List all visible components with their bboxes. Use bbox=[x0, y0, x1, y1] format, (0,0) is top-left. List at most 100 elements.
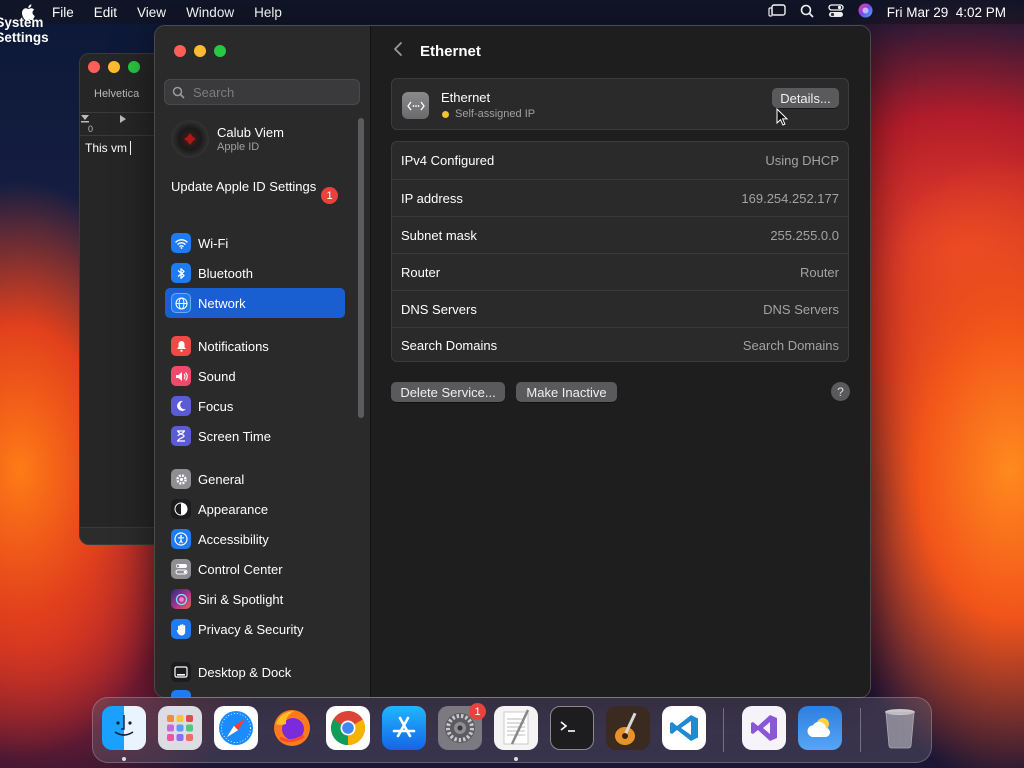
spotlight-search-icon[interactable] bbox=[800, 4, 814, 21]
menu-app-name[interactable]: System Settings bbox=[0, 8, 49, 52]
page-title: Ethernet bbox=[420, 43, 481, 60]
gear-icon bbox=[171, 469, 191, 489]
finder-icon[interactable] bbox=[102, 706, 146, 750]
update-apple-id-settings[interactable]: Update Apple ID Settings bbox=[171, 179, 341, 195]
sidebar-item-label: Notifications bbox=[198, 338, 269, 354]
zoom-button[interactable] bbox=[128, 61, 140, 73]
service-status: Self-assigned IP bbox=[442, 108, 535, 120]
search-field[interactable] bbox=[164, 79, 360, 105]
font-selector[interactable]: Helvetica bbox=[94, 88, 139, 100]
sidebar-item-label: Focus bbox=[198, 398, 234, 414]
table-row: Search Domains Search Domains bbox=[392, 327, 848, 363]
menu-edit[interactable]: Edit bbox=[94, 5, 117, 20]
sidebar-item-appearance[interactable]: Appearance bbox=[165, 494, 345, 524]
table-row: DNS Servers DNS Servers bbox=[392, 290, 848, 327]
sidebar-item-notifications[interactable]: Notifications bbox=[165, 331, 345, 361]
garageband-icon[interactable] bbox=[606, 706, 650, 750]
menu-bar: System Settings File Edit View Window He… bbox=[0, 0, 1024, 45]
wifi-icon bbox=[171, 233, 191, 253]
sidebar-item-privacy-security[interactable]: Privacy & Security bbox=[165, 614, 345, 644]
menu-help[interactable]: Help bbox=[254, 5, 282, 20]
dock-separator bbox=[723, 708, 724, 752]
control-center-menu-icon[interactable] bbox=[828, 3, 844, 21]
help-button[interactable]: ? bbox=[831, 382, 850, 401]
safari-icon[interactable] bbox=[214, 706, 258, 750]
table-row: Router Router bbox=[392, 253, 848, 290]
mouse-cursor-icon bbox=[776, 107, 789, 131]
weather-icon[interactable] bbox=[798, 706, 842, 750]
apple-id-account[interactable]: Calub Viem Apple ID bbox=[171, 120, 284, 158]
account-subtitle: Apple ID bbox=[217, 141, 260, 153]
document-text[interactable]: This vm bbox=[85, 141, 131, 155]
siri-menu-icon[interactable] bbox=[858, 3, 873, 21]
visual-studio-icon[interactable] bbox=[742, 706, 786, 750]
delete-service-button[interactable]: Delete Service... bbox=[391, 382, 505, 402]
bluetooth-icon bbox=[171, 263, 191, 283]
sidebar-item-label: Network bbox=[198, 295, 246, 311]
sidebar-item-label: Privacy & Security bbox=[198, 621, 304, 637]
menu-view[interactable]: View bbox=[137, 5, 166, 20]
sidebar: Calub Viem Apple ID Update Apple ID Sett… bbox=[155, 26, 371, 697]
running-indicator bbox=[514, 757, 518, 761]
trash-icon[interactable] bbox=[878, 706, 922, 750]
sidebar-scrollbar[interactable] bbox=[358, 118, 364, 418]
dock-icon bbox=[171, 662, 191, 682]
search-icon bbox=[172, 86, 185, 99]
sidebar-item-label: Wi-Fi bbox=[198, 235, 229, 251]
sidebar-item-screen-time[interactable]: Screen Time bbox=[165, 421, 345, 451]
chevron-left-icon bbox=[394, 42, 402, 56]
textedit-icon[interactable] bbox=[494, 706, 538, 750]
zoom-button[interactable] bbox=[214, 45, 226, 57]
sidebar-item-label: Sound bbox=[198, 368, 236, 384]
chrome-icon[interactable] bbox=[326, 706, 370, 750]
control-center-icon bbox=[171, 559, 191, 579]
siri-icon bbox=[171, 589, 191, 609]
sidebar-item-siri-spotlight[interactable]: Siri & Spotlight bbox=[165, 584, 345, 614]
sidebar-item-control-center[interactable]: Control Center bbox=[165, 554, 345, 584]
sidebar-item-wifi[interactable]: Wi-Fi bbox=[165, 228, 345, 258]
make-inactive-button[interactable]: Make Inactive bbox=[516, 382, 617, 402]
vscode-icon[interactable] bbox=[662, 706, 706, 750]
window-controls bbox=[88, 61, 140, 73]
sidebar-item-label: Accessibility bbox=[198, 531, 269, 547]
sidebar-item-desktop-dock[interactable]: Desktop & Dock bbox=[165, 657, 345, 687]
bell-icon bbox=[171, 336, 191, 356]
globe-icon bbox=[171, 293, 191, 313]
sidebar-item-focus[interactable]: Focus bbox=[165, 391, 345, 421]
update-badge: 1 bbox=[321, 187, 338, 204]
system-settings-window: Calub Viem Apple ID Update Apple ID Sett… bbox=[154, 25, 871, 698]
ruler-zero-label: 0 bbox=[88, 124, 94, 134]
account-name: Calub Viem bbox=[217, 125, 284, 140]
content-pane: Ethernet Ethernet Self-assigned IP Detai… bbox=[371, 26, 870, 697]
accessibility-icon bbox=[171, 529, 191, 549]
sidebar-item-label: General bbox=[198, 471, 245, 487]
ethernet-icon bbox=[402, 92, 429, 119]
close-button[interactable] bbox=[88, 61, 100, 73]
sidebar-item-label: Bluetooth bbox=[198, 265, 253, 281]
menu-clock[interactable]: Fri Mar 29 4:02 PM bbox=[887, 5, 1006, 20]
hourglass-icon bbox=[171, 426, 191, 446]
sidebar-item-sound[interactable]: Sound bbox=[165, 361, 345, 391]
app-store-icon[interactable] bbox=[382, 706, 426, 750]
terminal-icon[interactable] bbox=[550, 706, 594, 750]
table-row: Subnet mask 255.255.0.0 bbox=[392, 216, 848, 253]
minimize-button[interactable] bbox=[194, 45, 206, 57]
launchpad-icon[interactable] bbox=[158, 706, 202, 750]
service-name: Ethernet bbox=[441, 90, 491, 105]
sidebar-item-network[interactable]: Network bbox=[165, 288, 345, 318]
network-info-table: IPv4 Configured Using DHCP IP address 169.… bbox=[391, 141, 849, 362]
running-indicator bbox=[122, 757, 126, 761]
close-button[interactable] bbox=[174, 45, 186, 57]
minimize-button[interactable] bbox=[108, 61, 120, 73]
sidebar-item-bluetooth[interactable]: Bluetooth bbox=[165, 258, 345, 288]
sidebar-item-accessibility[interactable]: Accessibility bbox=[165, 524, 345, 554]
search-input[interactable] bbox=[191, 83, 355, 101]
stage-manager-icon[interactable] bbox=[768, 3, 786, 21]
firefox-icon[interactable] bbox=[270, 706, 314, 750]
hand-icon bbox=[171, 619, 191, 639]
sidebar-item-general[interactable]: General bbox=[165, 464, 345, 494]
details-button[interactable]: Details... bbox=[772, 88, 839, 108]
menu-window[interactable]: Window bbox=[186, 5, 234, 20]
menu-file[interactable]: File bbox=[52, 5, 74, 20]
back-button[interactable] bbox=[393, 41, 403, 62]
